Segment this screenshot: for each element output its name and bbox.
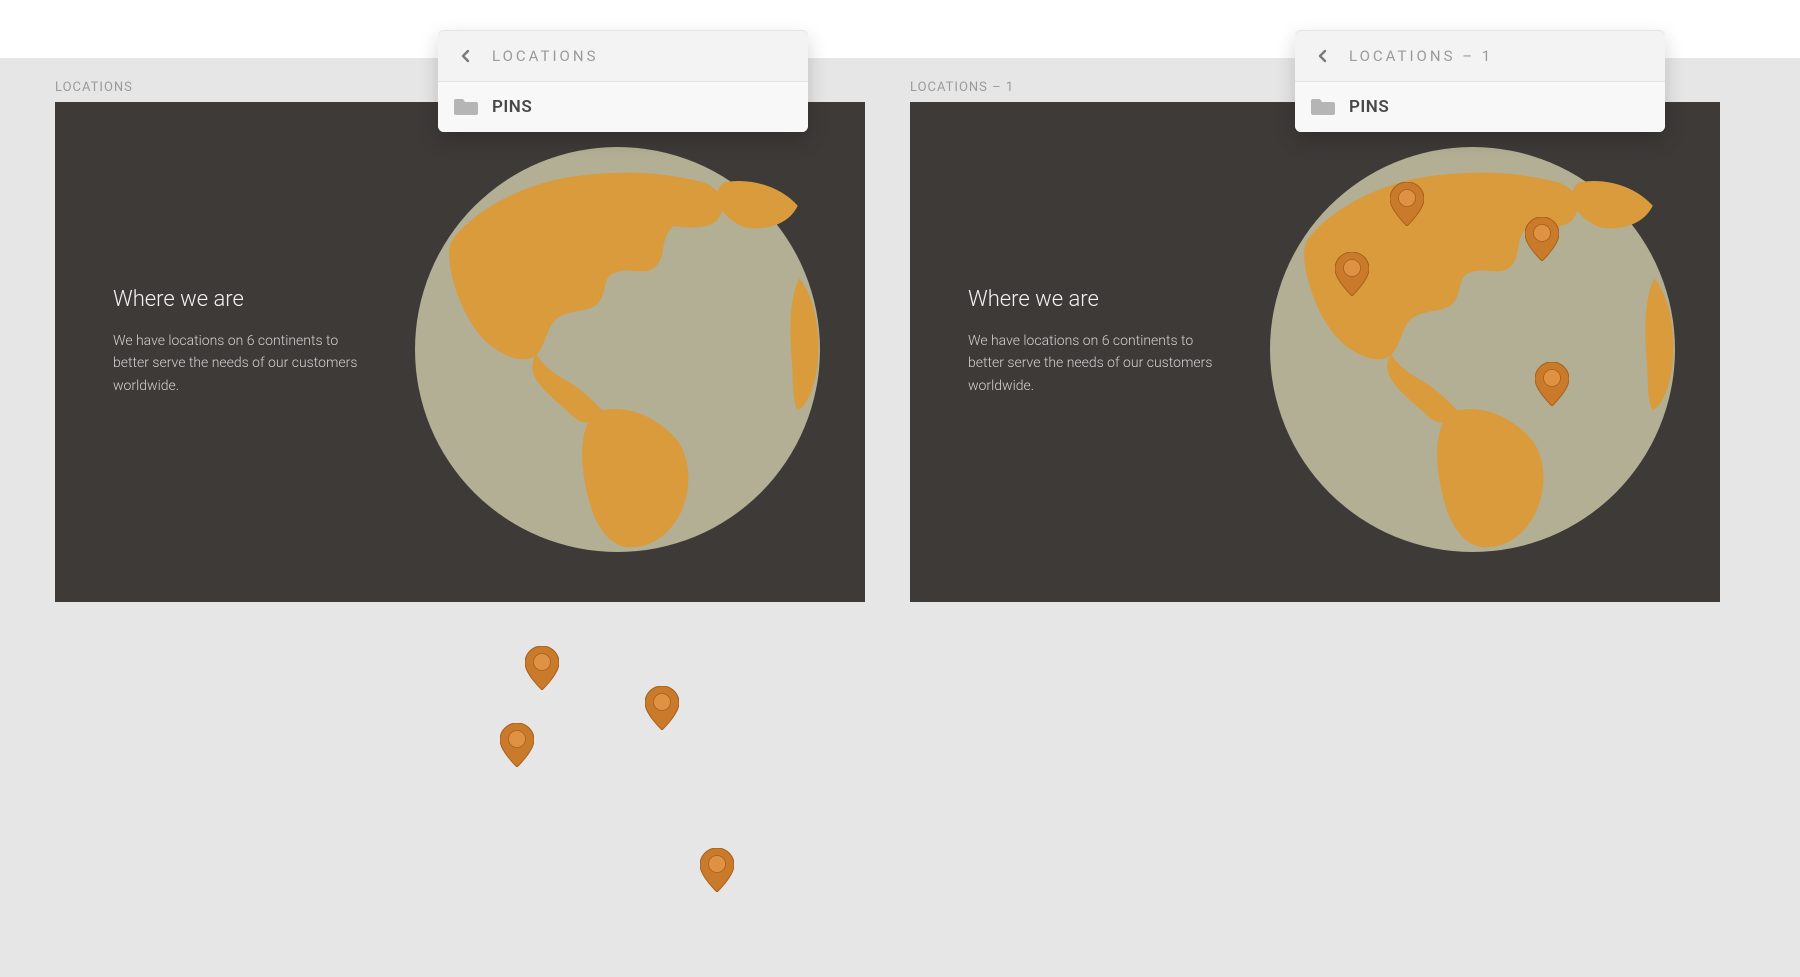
slide-description: We have locations on 6 continents to bet… [113, 330, 373, 397]
map-pin-icon[interactable] [500, 723, 534, 767]
map-pin-icon[interactable] [700, 848, 734, 892]
artboard-label-1[interactable]: LOCATIONS – 1 [910, 80, 1014, 95]
map-pin-icon[interactable] [1525, 217, 1559, 261]
back-button[interactable] [454, 44, 478, 68]
layer-popover-1: LOCATIONS – 1 PINS [1295, 30, 1665, 132]
artboard-locations-1[interactable]: Where we are We have locations on 6 cont… [910, 102, 1720, 602]
map-pin-icon[interactable] [1535, 362, 1569, 406]
back-button[interactable] [1311, 44, 1335, 68]
globe-illustration [1270, 147, 1675, 552]
layer-row-pins[interactable]: PINS [1295, 82, 1665, 132]
layer-name: PINS [1349, 97, 1389, 117]
folder-icon [454, 97, 478, 117]
layer-popover-0: LOCATIONS PINS [438, 30, 808, 132]
map-pin-icon[interactable] [1335, 252, 1369, 296]
slide-title: Where we are [113, 287, 373, 312]
popover-title: LOCATIONS [492, 47, 598, 65]
folder-icon [1311, 97, 1335, 117]
canvas[interactable]: LOCATIONS Where we are We have locations… [0, 58, 1800, 977]
artboard-locations[interactable]: Where we are We have locations on 6 cont… [55, 102, 865, 602]
map-pin-icon[interactable] [525, 646, 559, 690]
layer-row-pins[interactable]: PINS [438, 82, 808, 132]
globe-illustration [415, 147, 820, 552]
map-pin-icon[interactable] [645, 686, 679, 730]
layer-name: PINS [492, 97, 532, 117]
chevron-left-icon [459, 49, 473, 63]
slide-description: We have locations on 6 continents to bet… [968, 330, 1228, 397]
slide-title: Where we are [968, 287, 1228, 312]
chevron-left-icon [1316, 49, 1330, 63]
map-pin-icon[interactable] [1390, 182, 1424, 226]
popover-title: LOCATIONS – 1 [1349, 47, 1493, 65]
artboard-label-0[interactable]: LOCATIONS [55, 80, 133, 95]
